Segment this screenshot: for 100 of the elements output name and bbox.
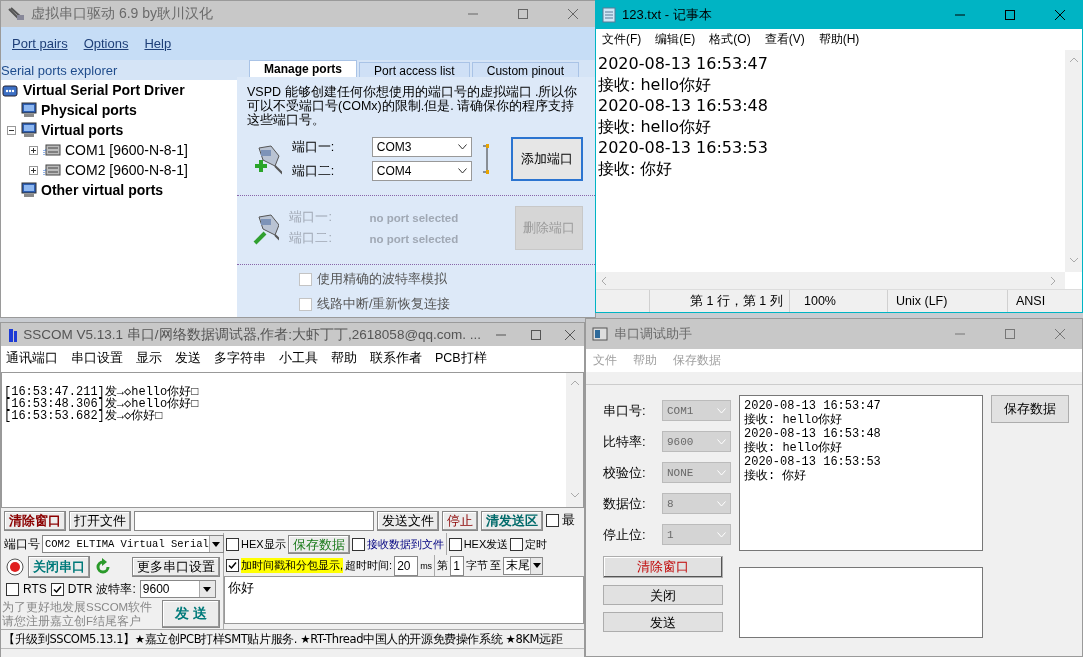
text-line: 2020-08-13 16:53:53 — [744, 455, 882, 469]
end-select[interactable]: 末尾 — [503, 556, 544, 575]
close-icon[interactable] — [567, 8, 579, 20]
close-port-button[interactable]: 关闭串口 — [28, 556, 90, 578]
send-file-button[interactable]: 发送文件 — [377, 510, 439, 531]
menu-item[interactable]: 帮助 — [331, 350, 357, 367]
tab[interactable]: Port access list — [359, 62, 470, 77]
action-button[interactable]: 关闭 — [603, 585, 723, 605]
caret-icon — [717, 407, 726, 414]
tree-item[interactable]: Virtual ports — [41, 122, 124, 138]
close-icon[interactable] — [1054, 9, 1066, 21]
window-title: 虚拟串口驱动 6.9 by耿川汉化 — [31, 5, 215, 23]
checkbox[interactable] — [351, 537, 365, 551]
maximize-icon[interactable] — [529, 328, 542, 341]
menu-item[interactable]: 文件(F) — [602, 30, 642, 48]
tree-item[interactable]: Other virtual ports — [41, 182, 164, 198]
receive-text-area[interactable]: 2020-08-13 16:53:47 接收: hello你好 2020-08-13 16:53:48 接收: hello你好 2020-08-13 16:53:53 接收: 你好 — [739, 395, 983, 551]
checkbox[interactable] — [546, 514, 559, 527]
menu-item[interactable]: 查看(V) — [764, 30, 805, 48]
save-data-button[interactable]: 保存数据 — [287, 534, 350, 554]
description-text: VSPD 能够创建任何你想使用的端口号的虚拟端口 .所以你可以不受端口号(COMx)的限制.但是. 请确保你的程序支持这些端口号。 — [246, 84, 579, 127]
send-text-area[interactable] — [739, 567, 983, 638]
collapse-icon[interactable] — [6, 125, 16, 135]
send-text-area[interactable]: 你好 — [224, 576, 584, 624]
tree-item[interactable]: Physical ports — [41, 102, 137, 118]
maximize-icon[interactable] — [1004, 9, 1016, 21]
caret-icon — [532, 563, 541, 568]
more-settings-button[interactable]: 更多串口设置 — [132, 557, 220, 577]
tree-item[interactable]: COM1 [9600-N-8-1] — [65, 142, 188, 158]
text-line: 接收: hello你好 — [598, 74, 713, 95]
computer-icon — [21, 122, 37, 138]
text-line: 2020-08-13 16:53:48 — [744, 427, 882, 441]
unit-label: ms — [420, 560, 433, 571]
port-label: 端口二: — [289, 230, 333, 247]
menu-item[interactable]: 帮助(H) — [818, 30, 860, 48]
tree-item[interactable]: Virtual Serial Port Driver — [23, 82, 185, 98]
expand-icon[interactable] — [28, 165, 38, 175]
text-line: 2020-08-13 16:53:48 — [598, 95, 769, 116]
checkbox[interactable] — [448, 537, 462, 551]
clear-send-button[interactable]: 清发送区 — [481, 510, 543, 531]
horizontal-scrollbar[interactable] — [596, 272, 1065, 289]
baud-label: 波特率: — [96, 580, 136, 598]
open-file-button[interactable]: 打开文件 — [69, 510, 131, 531]
menu-item[interactable]: 发送 — [175, 350, 201, 367]
action-button[interactable]: 发送 — [603, 612, 723, 632]
checkbox[interactable] — [226, 537, 239, 551]
file-path-field[interactable] — [134, 510, 374, 531]
port-select[interactable]: COM2 ELTIMA Virtual Serial — [42, 535, 224, 553]
port-select[interactable]: COM4 — [371, 161, 472, 181]
text-line: 接收: 你好 — [744, 469, 808, 483]
timeout-field[interactable]: 20 — [394, 555, 419, 576]
log-line: [16:53:53.682]发→◇你好□ — [4, 410, 164, 422]
menu-item[interactable]: 联系作者 — [370, 350, 422, 367]
menu-item[interactable]: 编辑(E) — [655, 30, 696, 48]
menu-item[interactable]: Port pairs — [12, 35, 68, 51]
checkbox-label: 定时 — [525, 536, 548, 552]
timeout-label: 超时时间: — [345, 558, 393, 573]
menu-item[interactable]: PCB打样 — [435, 350, 487, 367]
text-line: 2020-08-13 16:53:53 — [598, 137, 769, 158]
panel-header: Serial ports explorer — [1, 60, 237, 80]
setting-label: 停止位: — [603, 525, 646, 544]
action-button[interactable]: 清除窗口 — [603, 556, 723, 578]
port-select[interactable]: COM3 — [371, 137, 472, 157]
menu-item[interactable]: Options — [83, 35, 129, 51]
setting-label: 比特率: — [603, 432, 646, 451]
checkbox[interactable] — [226, 559, 239, 572]
clear-window-button[interactable]: 清除窗口 — [4, 510, 66, 531]
stop-button[interactable]: 停止 — [442, 510, 478, 531]
checkbox[interactable] — [510, 537, 524, 551]
text-line: 接收: hello你好 — [744, 441, 844, 455]
menu-item[interactable]: 通讯端口 — [6, 350, 58, 367]
baud-select[interactable]: 9600 — [139, 580, 216, 598]
caret-icon — [717, 500, 726, 507]
caret-icon — [212, 541, 221, 547]
close-icon[interactable] — [563, 328, 576, 341]
expand-icon[interactable] — [28, 145, 38, 155]
menu-item[interactable]: Help — [144, 35, 172, 51]
checkbox[interactable] — [6, 582, 19, 596]
save-data-button[interactable]: 保存数据 — [991, 395, 1069, 423]
tree-item[interactable]: COM2 [9600-N-8-1] — [65, 162, 188, 178]
byte-start-field[interactable]: 1 — [450, 555, 465, 576]
maximize-icon[interactable] — [517, 8, 529, 20]
tab[interactable]: Manage ports — [249, 60, 357, 77]
caret-icon — [203, 586, 212, 592]
tab[interactable]: Custom pinout — [471, 62, 580, 77]
window-title: 串口调试助手 — [614, 325, 693, 343]
menu-item[interactable]: 显示 — [136, 350, 162, 367]
checkbox-label: 加时间戳和分包显示, — [241, 558, 344, 573]
menu-item[interactable]: 小工具 — [279, 350, 318, 367]
menu-item[interactable]: 格式(O) — [709, 30, 751, 48]
vertical-scrollbar[interactable] — [566, 373, 583, 507]
vertical-scrollbar[interactable] — [1065, 50, 1082, 272]
checkbox-label: 线路中断/重新恢复连接 — [317, 296, 451, 313]
add-port-button[interactable]: 添加端口 — [510, 137, 583, 181]
from-label: 第 — [437, 558, 449, 573]
send-button[interactable]: 发 送 — [162, 600, 221, 628]
menu-item[interactable]: 多字符串 — [214, 350, 266, 367]
menu-item[interactable]: 串口设置 — [71, 350, 123, 367]
checkbox-label: RTS — [23, 582, 47, 596]
checkbox[interactable] — [50, 582, 64, 596]
